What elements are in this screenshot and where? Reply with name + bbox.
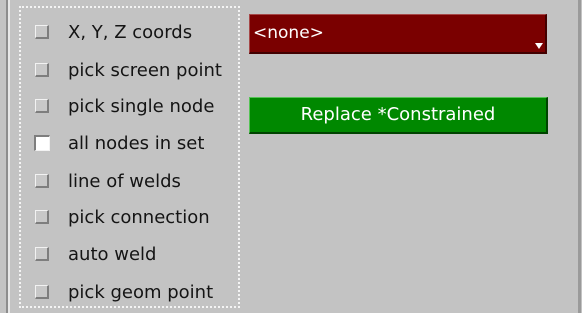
option-pick-connection[interactable]: pick connection	[35, 202, 210, 232]
line-of-welds-checkbox[interactable]	[35, 174, 49, 188]
auto-weld-label: auto weld	[68, 243, 157, 265]
pick-geom-point-checkbox[interactable]	[35, 285, 49, 299]
pick-screen-point-label: pick screen point	[68, 59, 222, 81]
replace-constrained-button[interactable]: Replace *Constrained	[249, 97, 548, 134]
pick-geom-point-label: pick geom point	[68, 281, 214, 303]
option-all-nodes-in-set[interactable]: all nodes in set	[34, 128, 205, 158]
set-select-dropdown[interactable]: <none>	[249, 14, 547, 54]
left-border-highlight	[8, 0, 10, 313]
xyz-coords-checkbox[interactable]	[35, 25, 49, 39]
option-auto-weld[interactable]: auto weld	[35, 239, 156, 269]
auto-weld-checkbox[interactable]	[35, 247, 49, 261]
option-pick-screen-point[interactable]: pick screen point	[35, 55, 222, 85]
xyz-coords-label: X, Y, Z coords	[68, 21, 193, 43]
option-line-of-welds[interactable]: line of welds	[35, 166, 181, 196]
all-nodes-in-set-checkbox[interactable]	[34, 135, 50, 151]
option-xyz-coords[interactable]: X, Y, Z coords	[35, 17, 192, 47]
option-pick-geom-point[interactable]: pick geom point	[35, 277, 213, 307]
line-of-welds-label: line of welds	[68, 170, 181, 192]
pick-single-node-checkbox[interactable]	[35, 99, 49, 113]
all-nodes-in-set-label: all nodes in set	[68, 132, 205, 154]
dropdown-arrow-icon	[535, 43, 543, 49]
right-border-shadow	[578, 0, 581, 313]
pick-connection-label: pick connection	[68, 206, 210, 228]
pick-connection-checkbox[interactable]	[35, 210, 49, 224]
pick-single-node-label: pick single node	[68, 95, 215, 117]
option-pick-single-node[interactable]: pick single node	[35, 91, 214, 121]
dropdown-value: <none>	[253, 23, 324, 43]
pick-screen-point-checkbox[interactable]	[35, 63, 49, 77]
